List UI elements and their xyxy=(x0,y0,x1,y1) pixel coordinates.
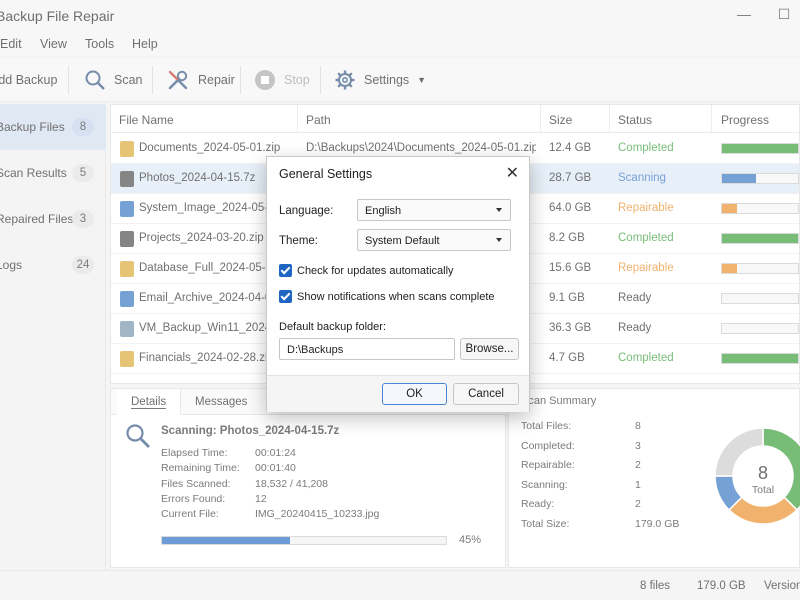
language-label: Language: xyxy=(279,205,334,217)
language-select[interactable]: English xyxy=(357,199,511,221)
show-notifications-checkbox[interactable] xyxy=(279,290,292,303)
check-updates-label: Check for updates automatically xyxy=(297,265,454,277)
general-settings-dialog: General Settings ✕ Language: English The… xyxy=(266,156,530,412)
chevron-down-icon xyxy=(496,208,502,212)
theme-label: Theme: xyxy=(279,235,318,247)
show-notifications-label: Show notifications when scans complete xyxy=(297,291,495,303)
dialog-footer: OK Cancel xyxy=(267,375,529,412)
backup-folder-input[interactable]: D:\Backups xyxy=(279,338,455,360)
dialog-title: General Settings xyxy=(279,167,373,181)
close-icon[interactable]: ✕ xyxy=(506,163,519,183)
folder-label: Default backup folder: xyxy=(279,321,387,333)
theme-select[interactable]: System Default xyxy=(357,229,511,251)
backup-folder-value: D:\Backups xyxy=(287,344,344,356)
ok-button[interactable]: OK xyxy=(382,383,447,405)
theme-value: System Default xyxy=(365,235,440,247)
chevron-down-icon xyxy=(496,238,502,242)
check-updates-checkbox[interactable] xyxy=(279,264,292,277)
cancel-button[interactable]: Cancel xyxy=(453,383,519,405)
browse-button[interactable]: Browse... xyxy=(460,338,519,360)
language-value: English xyxy=(365,205,402,217)
